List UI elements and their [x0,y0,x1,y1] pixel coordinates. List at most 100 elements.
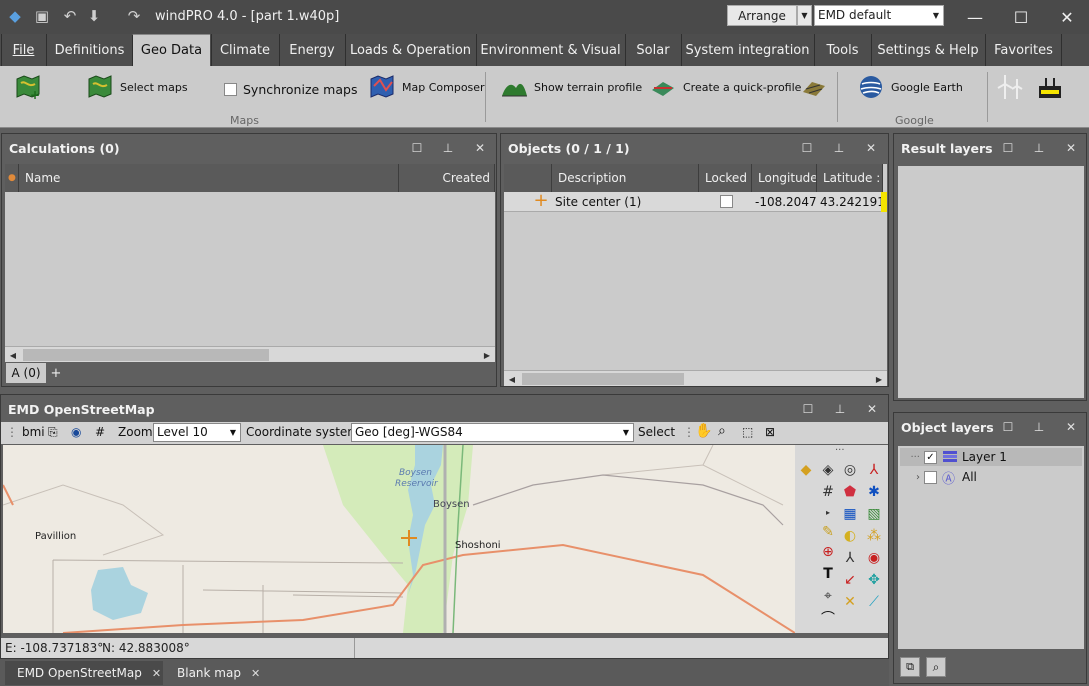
doc-tab-blank-map[interactable]: Blank map ✕ [165,661,265,685]
scroll-right-icon[interactable]: ▶ [871,371,887,387]
add-tab-button[interactable]: + [47,363,65,383]
scroll-left-icon[interactable]: ◀ [504,371,520,387]
synchronize-maps-checkbox[interactable]: Synchronize maps [224,82,357,97]
column-header-created[interactable]: Created [399,164,495,192]
create-quick-profile-button[interactable]: Create a quick-profile [649,74,801,100]
maximize-panel-icon[interactable]: ☐ [800,401,816,417]
map-composer-button[interactable]: Map Composer [368,74,485,100]
turbine-object-icon[interactable]: ◆ [797,461,815,479]
new-layer-button[interactable]: ⧉ [900,657,920,677]
close-tab-icon[interactable]: ✕ [251,667,260,680]
column-header-name[interactable]: Name [19,164,399,192]
close-tab-icon[interactable]: ✕ [152,667,161,680]
maximize-panel-icon[interactable]: ☐ [799,140,815,156]
doc-tab-emd-openstreetmap[interactable]: EMD OpenStreetMap ✕ [5,661,163,685]
column-header-longitude[interactable]: Longitude [752,164,817,192]
google-earth-button[interactable]: Google Earth [857,74,963,100]
select-extent-icon[interactable]: ⊠ [765,425,775,439]
ruler-icon[interactable]: ✎ [819,523,837,541]
horizontal-scrollbar[interactable]: ◀ ▶ [504,370,887,386]
download-icon[interactable]: ⬇ [84,6,104,26]
select-rect-icon[interactable]: ⬚ [742,425,753,439]
tab-energy[interactable]: Energy [279,34,344,66]
scroll-thumb[interactable] [23,349,269,361]
grid-icon[interactable]: # [95,425,105,439]
curve-icon[interactable]: ⌒ [819,609,837,627]
all-checkbox[interactable] [924,470,937,484]
hatch-icon[interactable]: # [819,483,837,501]
pin-icon[interactable]: ⊥ [440,140,456,156]
tab-loads-operation[interactable]: Loads & Operation [345,34,475,66]
scroll-left-icon[interactable]: ◀ [5,347,21,363]
radar-icon[interactable]: ◎ [841,461,859,479]
bmi-button[interactable]: bmi [22,425,45,439]
undo-icon[interactable]: ↶ [60,6,80,26]
tab-favorites[interactable]: Favorites [985,34,1062,66]
table-row[interactable]: + Site center (1) -108.2047 43.242191 [504,192,887,212]
minimize-button[interactable]: — [955,6,995,28]
scroll-right-icon[interactable]: ▶ [479,347,495,363]
pin-icon[interactable]: ⊥ [1031,140,1047,156]
area-object-icon[interactable]: ⬟ [841,483,859,501]
sun-icon[interactable]: ✕ [841,593,859,611]
copy-icon[interactable]: ⎘ [48,425,58,440]
pin-icon[interactable]: ⊥ [831,140,847,156]
zoom-magnifier-icon[interactable]: ⌕ [718,423,726,439]
column-header-latitude[interactable]: Latitude : [817,164,883,192]
arrange-dropdown-icon[interactable]: ▼ [797,5,812,26]
close-panel-icon[interactable]: ✕ [1063,140,1079,156]
scroll-thumb[interactable] [522,373,684,385]
tab-settings-help[interactable]: Settings & Help [871,34,984,66]
tab-tools[interactable]: Tools [814,34,870,66]
moon-icon[interactable]: ◐ [841,527,859,545]
pin-icon[interactable]: ⊥ [832,401,848,417]
column-header-description[interactable]: Description [552,164,699,192]
synchronize-maps-check[interactable] [224,83,237,96]
tab-geo-data[interactable]: Geo Data [132,34,210,66]
cell-locked-checkbox[interactable] [720,195,733,208]
maximize-panel-icon[interactable]: ☐ [1000,140,1016,156]
compass-icon[interactable]: ✥ [865,571,883,589]
column-header-locked[interactable]: Locked [699,164,752,192]
receptor-icon[interactable]: ⊕ [819,543,837,561]
show-terrain-profile-button[interactable]: Show terrain profile [500,74,642,100]
maximize-panel-icon[interactable]: ☐ [1000,419,1016,435]
close-panel-icon[interactable]: ✕ [1063,419,1079,435]
arrow-icon[interactable]: ↙ [841,571,859,589]
map-canvas[interactable]: Boysen Reservoir Boysen Shoshoni Pavilli… [3,445,795,633]
tab-climate[interactable]: Climate [211,34,278,66]
close-button[interactable]: ✕ [1047,6,1087,28]
horizontal-scrollbar[interactable]: ◀ ▶ [5,346,495,362]
tab-system-integration[interactable]: System integration [681,34,813,66]
tab-definitions[interactable]: Definitions [46,34,132,66]
close-panel-icon[interactable]: ✕ [863,140,879,156]
wind-farm-button[interactable] [1036,74,1070,100]
pan-hand-icon[interactable]: ✋ [695,423,712,439]
coordinate-system-select[interactable]: Geo [deg]-WGS84 ▼ [351,423,634,442]
zoom-select[interactable]: Level 10 ▼ [153,423,241,442]
grid-object-icon[interactable]: ▦ [841,505,859,523]
search-layer-button[interactable]: ⌕ [926,657,946,677]
cluster-icon[interactable]: ⁂ [865,527,883,545]
tree-item-all[interactable]: › Ⓐ All [900,468,1082,487]
hatch-area-icon[interactable]: ▧ [865,505,883,523]
text-icon[interactable]: T [819,565,837,583]
calculation-tab-a[interactable]: A (0) [6,363,46,383]
fork-icon[interactable]: ⅄ [841,549,859,567]
select-maps-button[interactable]: Select maps [86,74,188,100]
satellite-icon[interactable]: ⌖ [819,587,837,605]
tree-item-layer-1[interactable]: ··· ✓ Layer 1 [900,448,1082,466]
save-icon[interactable]: ▣ [32,6,52,26]
tab-environment-visual[interactable]: Environment & Visual [476,34,624,66]
more-tools-icon[interactable]: ··· [835,445,845,456]
star-marker-icon[interactable]: ✱ [865,483,883,501]
maximize-button[interactable]: ☐ [1001,6,1041,28]
profile-grid-button[interactable] [800,74,834,100]
globe-icon[interactable]: ◉ [71,425,81,439]
arrange-button[interactable]: Arrange [727,5,797,26]
maximize-panel-icon[interactable]: ☐ [409,140,425,156]
redo-icon[interactable]: ↷ [124,6,144,26]
pin-icon[interactable]: ⊥ [1031,419,1047,435]
add-map-button[interactable]: + [14,74,48,100]
close-panel-icon[interactable]: ✕ [472,140,488,156]
